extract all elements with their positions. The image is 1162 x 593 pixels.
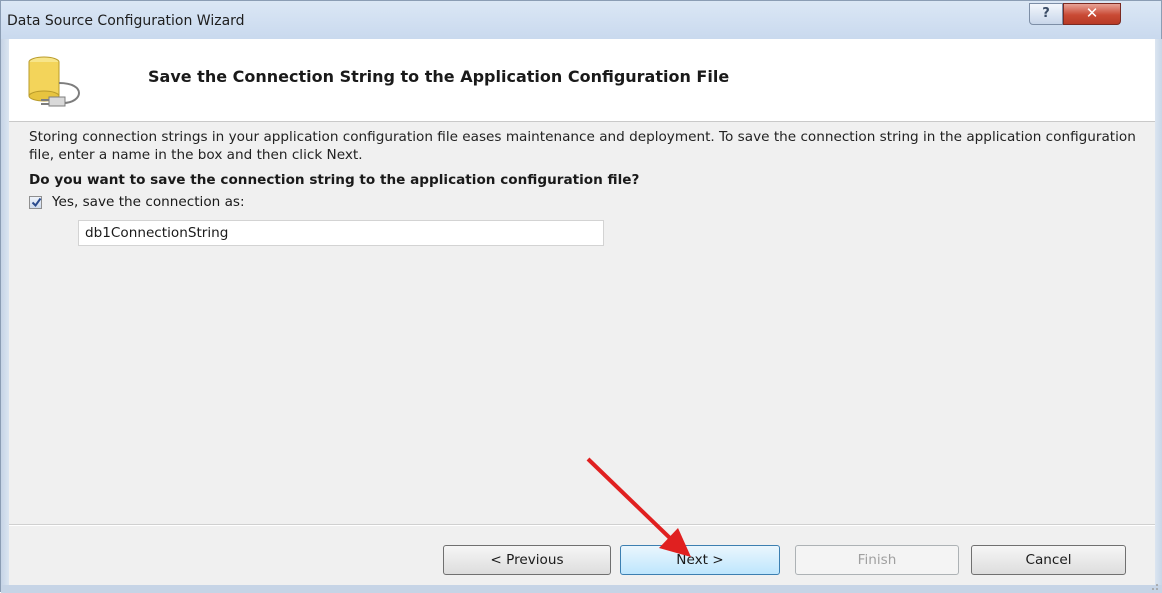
close-button[interactable]: ✕ — [1063, 3, 1121, 25]
wizard-content: Storing connection strings in your appli… — [9, 122, 1155, 522]
description-text: Storing connection strings in your appli… — [29, 129, 1136, 163]
window-title: Data Source Configuration Wizard — [7, 13, 245, 29]
footer-separator — [9, 524, 1155, 526]
database-plug-icon — [27, 55, 131, 111]
window-frame-left — [1, 39, 9, 593]
next-button[interactable]: Next > — [620, 545, 780, 575]
cancel-button[interactable]: Cancel — [971, 545, 1126, 575]
help-button[interactable]: ? — [1029, 3, 1063, 25]
checkmark-icon — [31, 197, 42, 208]
finish-button: Finish — [795, 545, 959, 575]
save-connection-checkbox[interactable] — [29, 196, 42, 209]
previous-button[interactable]: < Previous — [443, 545, 611, 575]
connection-name-input[interactable] — [78, 220, 604, 246]
question-text: Do you want to save the connection strin… — [29, 172, 640, 188]
save-connection-label[interactable]: Yes, save the connection as: — [52, 194, 245, 210]
title-bar[interactable]: Data Source Configuration Wizard ? ✕ — [1, 1, 1161, 39]
page-title: Save the Connection String to the Applic… — [148, 67, 730, 86]
resize-grip-icon[interactable] — [1147, 579, 1159, 591]
wizard-header: Save the Connection String to the Applic… — [9, 39, 1155, 122]
window-frame-right — [1155, 39, 1162, 593]
wizard-window: Data Source Configuration Wizard ? ✕ Sav… — [0, 0, 1162, 593]
